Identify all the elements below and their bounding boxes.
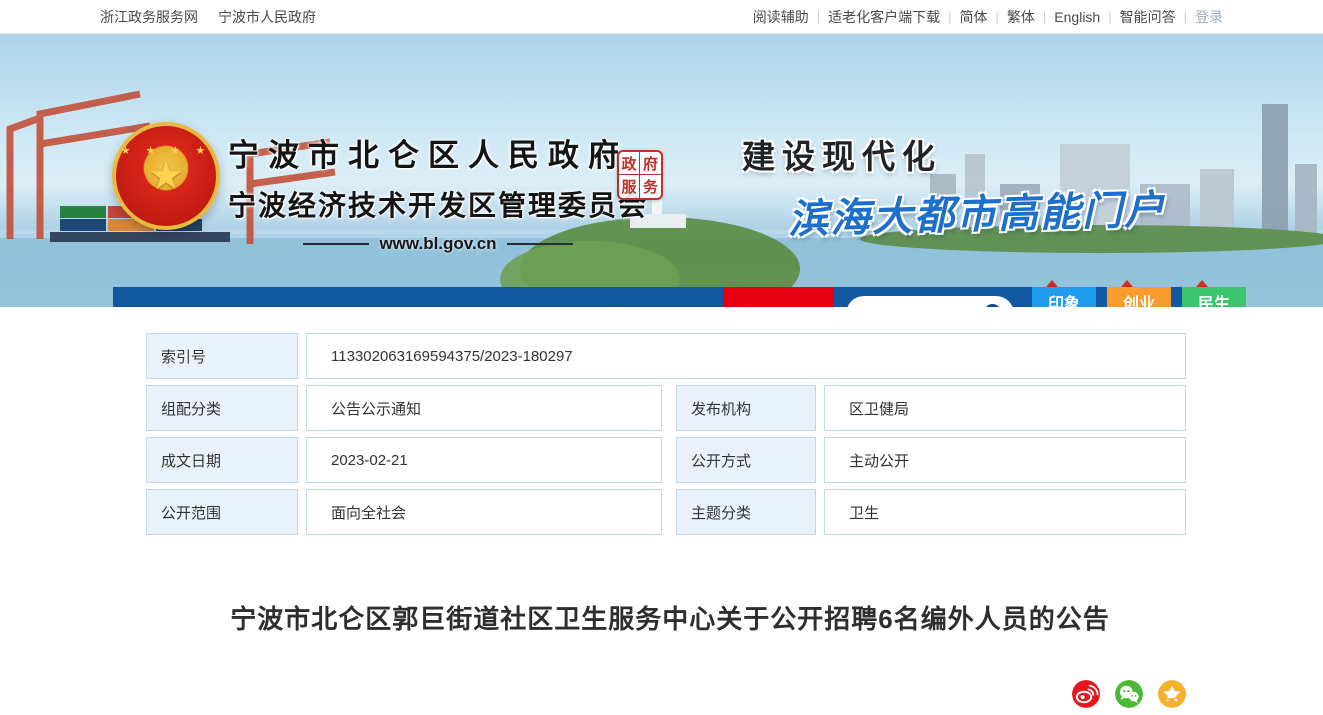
wechat-share-icon[interactable] <box>1115 680 1143 708</box>
document-meta-table: 索引号 113302063169594375/2023-180297 组配分类 … <box>146 333 1186 535</box>
meta-label-scope: 公开范围 <box>146 489 298 535</box>
article-title: 宁波市北仑区郭巨街道社区卫生服务中心关于公开招聘6名编外人员的公告 <box>230 604 1110 634</box>
table-row: 组配分类 公告公示通知 发布机构 区卫健局 <box>146 385 1186 431</box>
meta-label-topic: 主题分类 <box>676 489 816 535</box>
banner-slogan-line2: 滨海大都市高能门户 <box>787 188 1167 242</box>
nav-open-data[interactable]: 数据开放 <box>640 302 720 308</box>
site-url: www.bl.gov.cn <box>228 234 648 254</box>
meta-value-issuing-agency: 区卫健局 <box>824 385 1186 431</box>
search-button[interactable] <box>980 300 1008 307</box>
meta-label-date: 成文日期 <box>146 437 298 483</box>
portal-entrepreneurship-gangcheng[interactable]: 创业 港城 <box>1107 280 1171 307</box>
link-smart-qa[interactable]: 智能问答 <box>1120 7 1176 27</box>
meta-value-category: 公告公示通知 <box>306 385 662 431</box>
site-banner: ★ ★ ★ ★ ★ 宁波市北仑区人民政府 宁波经济技术开发区管理委员会 www.… <box>0 34 1323 307</box>
meta-value-index-number: 113302063169594375/2023-180297 <box>306 333 1186 379</box>
link-traditional-chinese[interactable]: 繁体 <box>1007 7 1035 27</box>
link-english[interactable]: English <box>1054 9 1100 25</box>
search-input[interactable] <box>862 306 980 307</box>
nav-gov-disclosure[interactable]: 政务公开 <box>296 302 376 308</box>
meta-label-index-number: 索引号 <box>146 333 298 379</box>
site-title-line2: 宁波经济技术开发区管理委员会 <box>228 190 649 221</box>
link-reading-assist[interactable]: 阅读辅助 <box>753 7 809 27</box>
meta-value-topic: 卫生 <box>824 489 1186 535</box>
meta-value-disclosure-method: 主动公开 <box>824 437 1186 483</box>
search-icon <box>986 304 999 307</box>
meta-label-disclosure-method: 公开方式 <box>676 437 816 483</box>
topbar-right-links: 阅读辅助 | 适老化客户端下载 | 简体 | 繁体 | English | 智能问答 | 登… <box>753 7 1223 27</box>
topbar-left-links: 浙江政务服务网 宁波市人民政府 <box>100 7 316 27</box>
link-login[interactable]: 登录 <box>1195 7 1223 27</box>
weibo-share-icon[interactable] <box>1072 680 1100 708</box>
qzone-share-icon[interactable] <box>1158 680 1186 708</box>
elder-mode-button[interactable]: 进入老年模式 <box>723 287 833 307</box>
separator: | <box>1042 9 1047 24</box>
meta-value-scope: 面向全社会 <box>306 489 662 535</box>
separator: | <box>1108 9 1112 24</box>
share-buttons <box>113 680 1227 708</box>
meta-label-category: 组配分类 <box>146 385 298 431</box>
table-row: 公开范围 面向全社会 主题分类 卫生 <box>146 489 1186 535</box>
nav-gov-news[interactable]: 政务动态 <box>210 302 290 308</box>
link-zhejiang-gov-services[interactable]: 浙江政务服务网 <box>100 7 198 27</box>
government-service-seal: 政 府 服 务 <box>617 150 663 200</box>
national-emblem: ★ ★ ★ ★ ★ <box>112 122 220 230</box>
nav-public-interaction[interactable]: 政民互动 <box>468 302 548 308</box>
link-elder-client-download[interactable]: 适老化客户端下载 <box>828 7 940 27</box>
site-title-line1: 宁波市北仑区人民政府 <box>228 138 628 173</box>
banner-slogan-line1: 建设现代化 <box>742 138 942 175</box>
separator: | <box>995 9 999 24</box>
main-navigation: 网站首页 政务动态 政务公开 政务服务 政民互动 站群导航 数据开放 进入老年模… <box>113 280 1246 308</box>
meta-value-date: 2023-02-21 <box>306 437 662 483</box>
nav-gov-services[interactable]: 政务服务 <box>382 302 462 308</box>
separator: | <box>816 9 821 24</box>
top-utility-bar: 浙江政务服务网 宁波市人民政府 阅读辅助 | 适老化客户端下载 | 简体 | 繁体 | … <box>0 0 1323 34</box>
portal-buttons: 印象 港城 创业 港城 民生 港城 <box>1032 280 1246 307</box>
emblem-star-icon: ★ <box>148 154 184 198</box>
site-identity: 宁波市北仑区人民政府 宁波经济技术开发区管理委员会 www.bl.gov.cn <box>228 130 648 254</box>
link-simplified-chinese[interactable]: 简体 <box>960 7 988 27</box>
portal-impression-gangcheng[interactable]: 印象 港城 <box>1032 280 1096 307</box>
separator: | <box>1183 9 1187 24</box>
portal-livelihood-gangcheng[interactable]: 民生 港城 <box>1182 280 1246 307</box>
separator: | <box>948 9 952 24</box>
nav-menu: 网站首页 政务动态 政务公开 政务服务 政民互动 站群导航 数据开放 <box>113 302 723 308</box>
table-row: 索引号 113302063169594375/2023-180297 <box>146 333 1186 379</box>
table-row: 成文日期 2023-02-21 公开方式 主动公开 <box>146 437 1186 483</box>
nav-home[interactable]: 网站首页 <box>124 302 204 308</box>
link-ningbo-gov[interactable]: 宁波市人民政府 <box>218 7 316 27</box>
main-content: 索引号 113302063169594375/2023-180297 组配分类 … <box>0 307 1323 708</box>
meta-label-issuing-agency: 发布机构 <box>676 385 816 431</box>
nav-site-group[interactable]: 站群导航 <box>554 302 634 308</box>
search-box <box>846 296 1014 307</box>
